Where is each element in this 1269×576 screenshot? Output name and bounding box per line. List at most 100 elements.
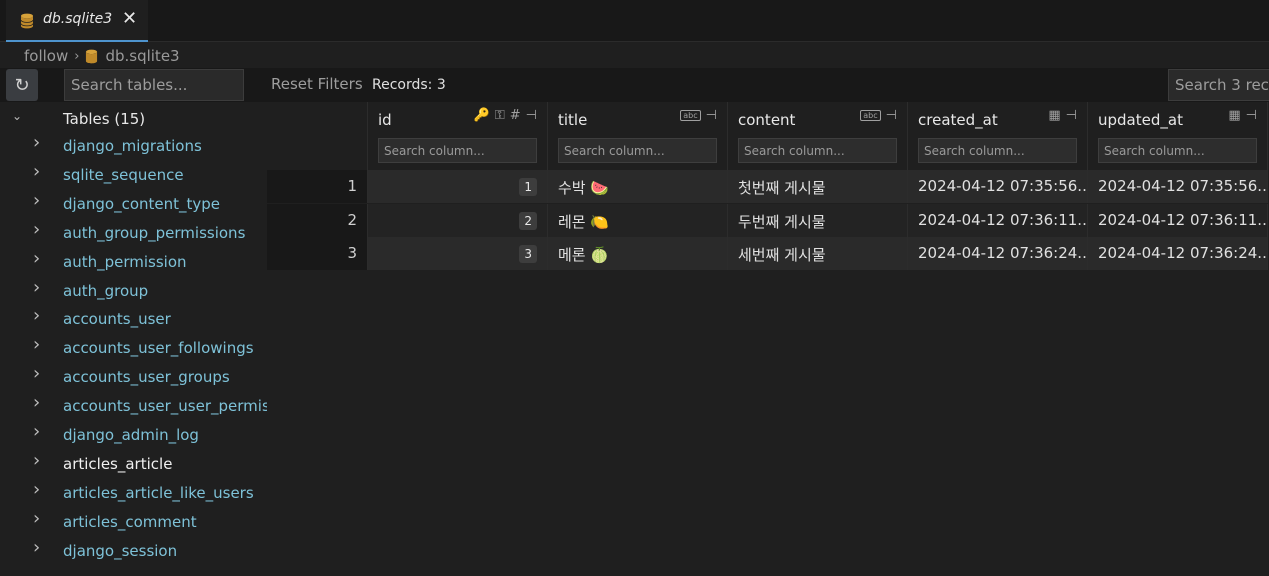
breadcrumb: follow › db.sqlite3 (24, 45, 180, 67)
column-search-input[interactable] (558, 138, 717, 163)
cell-updated-at[interactable]: 2024-04-12 07:36:24.... (1088, 237, 1268, 270)
pin-icon[interactable]: ⊣ (706, 108, 717, 123)
column-icons: ▦ ⊣ (1228, 108, 1257, 123)
primary-key-icon: 🔑 (473, 108, 490, 123)
cell-id[interactable]: 1 (368, 170, 548, 203)
chevron-right-icon: › (33, 392, 41, 414)
sidebar-item-django-admin-log[interactable]: › django_admin_log (0, 421, 267, 449)
cell-title[interactable]: 메론 🍈 (548, 237, 728, 270)
cell-id[interactable]: 2 (368, 203, 548, 237)
column-header-title[interactable]: title abc ⊣ (548, 102, 728, 170)
sidebar-item-label: articles_article_like_users (63, 483, 254, 502)
sidebar-item-accounts-user[interactable]: › accounts_user (0, 305, 267, 333)
sidebar-item-django-content-type[interactable]: › django_content_type (0, 190, 267, 218)
sidebar-item-label: articles_comment (63, 512, 197, 531)
sidebar-item-articles-comment[interactable]: › articles_comment (0, 508, 267, 536)
column-header-updated-at[interactable]: updated_at ▦ ⊣ (1088, 102, 1268, 170)
cell-updated-at[interactable]: 2024-04-12 07:36:11.... (1088, 203, 1268, 237)
sidebar-item-accounts-user-groups[interactable]: › accounts_user_groups (0, 363, 267, 391)
id-badge: 2 (519, 211, 537, 230)
id-badge: 3 (519, 245, 537, 263)
breadcrumb-folder[interactable]: follow (24, 47, 68, 65)
chevron-right-icon: › (33, 218, 41, 240)
search-tables-input[interactable] (64, 69, 244, 101)
chevron-right-icon: › (33, 247, 41, 269)
sidebar-item-label: articles_article (63, 454, 173, 473)
tables-header[interactable]: ⌄ Tables (15) (0, 104, 267, 132)
table-row[interactable]: 3 3 메론 🍈 세번째 게시물 2024-04-12 07:36:24.... 2024… (267, 237, 1269, 270)
chevron-right-icon: › (33, 189, 41, 211)
sidebar-item-auth-group[interactable]: › auth_group (0, 277, 267, 305)
cell-content[interactable]: 첫번째 게시물 (728, 170, 908, 203)
column-name: id (378, 111, 392, 129)
chevron-right-icon: › (33, 478, 41, 500)
cell-content[interactable]: 세번째 게시물 (728, 237, 908, 270)
cell-content[interactable]: 두번째 게시물 (728, 203, 908, 237)
refresh-button[interactable]: ↻ (6, 69, 38, 101)
pin-icon[interactable]: ⊣ (1246, 108, 1257, 123)
column-header-id[interactable]: id 🔑 ⚿ # ⊣ (368, 102, 548, 170)
table-row[interactable]: 2 2 레몬 🍋 두번째 게시물 2024-04-12 07:36:11.... 2024… (267, 203, 1269, 237)
sidebar-item-accounts-user-user-permissions[interactable]: › accounts_user_user_permissions (0, 392, 267, 420)
sidebar-item-label: accounts_user_groups (63, 368, 230, 387)
close-icon[interactable]: ✕ (122, 8, 137, 29)
column-search-input[interactable] (1098, 138, 1257, 163)
sidebar-item-sqlite-sequence[interactable]: › sqlite_sequence (0, 161, 267, 189)
reset-filters-button[interactable]: Reset Filters (271, 75, 363, 93)
sidebar-item-articles-article-like-users[interactable]: › articles_article_like_users (0, 479, 267, 507)
chevron-right-icon: › (33, 132, 41, 153)
database-icon (20, 13, 34, 29)
tables-sidebar: ⌄ Tables (15) › django_migrations › sqlite_… (0, 104, 267, 576)
cell-created-at[interactable]: 2024-04-12 07:36:24.... (908, 237, 1088, 270)
table-row[interactable]: 1 1 수박 🍉 첫번째 게시물 2024-04-12 07:35:56.... 2024… (267, 170, 1269, 203)
date-type-icon: ▦ (1048, 108, 1061, 123)
chevron-right-icon: › (33, 507, 41, 529)
records-count: Records: 3 (372, 77, 446, 93)
breadcrumb-file[interactable]: db.sqlite3 (105, 47, 179, 65)
column-icons: 🔑 ⚿ # ⊣ (474, 108, 537, 123)
chevron-right-icon: › (33, 536, 41, 558)
tab-db-sqlite3[interactable]: db.sqlite3 ✕ (6, 0, 148, 42)
sidebar-item-label: accounts_user_user_permissions (63, 397, 267, 416)
column-search-input[interactable] (378, 138, 537, 163)
column-name: updated_at (1098, 111, 1183, 129)
chevron-right-icon: › (33, 305, 41, 327)
sidebar-item-label: django_migrations (63, 137, 202, 155)
tab-title: db.sqlite3 (43, 11, 113, 27)
cell-id[interactable]: 3 (368, 237, 548, 270)
column-search-input[interactable] (918, 138, 1077, 163)
sidebar-item-label: auth_group (63, 281, 149, 300)
column-name: title (558, 111, 588, 129)
search-records-input[interactable] (1168, 69, 1269, 101)
cell-updated-at[interactable]: 2024-04-12 07:35:56.... (1088, 170, 1268, 203)
column-search-input[interactable] (738, 138, 897, 163)
pin-icon[interactable]: ⊣ (1066, 108, 1077, 123)
column-header-content[interactable]: content abc ⊣ (728, 102, 908, 170)
cell-created-at[interactable]: 2024-04-12 07:36:11.... (908, 203, 1088, 237)
sidebar-item-django-migrations[interactable]: › django_migrations (0, 132, 267, 160)
sidebar-item-label: django_content_type (63, 194, 221, 213)
column-icons: ▦ ⊣ (1048, 108, 1077, 123)
sidebar-item-label: accounts_user_followings (63, 339, 254, 358)
cell-title[interactable]: 레몬 🍋 (548, 203, 728, 237)
toolbar: ↻ Reset Filters Records: 3 (0, 68, 1269, 102)
sidebar-item-articles-article[interactable]: › articles_article (0, 450, 267, 478)
sidebar-item-accounts-user-followings[interactable]: › accounts_user_followings (0, 334, 267, 362)
pin-icon[interactable]: ⊣ (886, 108, 897, 123)
sidebar-item-label: django_session (63, 541, 178, 560)
pin-icon[interactable]: ⊣ (526, 108, 537, 123)
sidebar-item-auth-group-permissions[interactable]: › auth_group_permissions (0, 219, 267, 247)
cell-created-at[interactable]: 2024-04-12 07:35:56.... (908, 170, 1088, 203)
chevron-right-icon: › (74, 48, 80, 64)
database-icon (86, 49, 98, 63)
column-name: created_at (918, 111, 998, 129)
sidebar-item-auth-permission[interactable]: › auth_permission (0, 248, 267, 276)
row-number: 3 (267, 237, 368, 270)
id-badge: 1 (519, 178, 537, 196)
sidebar-item-django-session[interactable]: › django_session (0, 537, 267, 565)
column-header-created-at[interactable]: created_at ▦ ⊣ (908, 102, 1088, 170)
column-icons: abc ⊣ (860, 108, 897, 123)
cell-title[interactable]: 수박 🍉 (548, 170, 728, 203)
column-name: content (738, 111, 796, 129)
sidebar-item-label: sqlite_sequence (63, 165, 184, 184)
